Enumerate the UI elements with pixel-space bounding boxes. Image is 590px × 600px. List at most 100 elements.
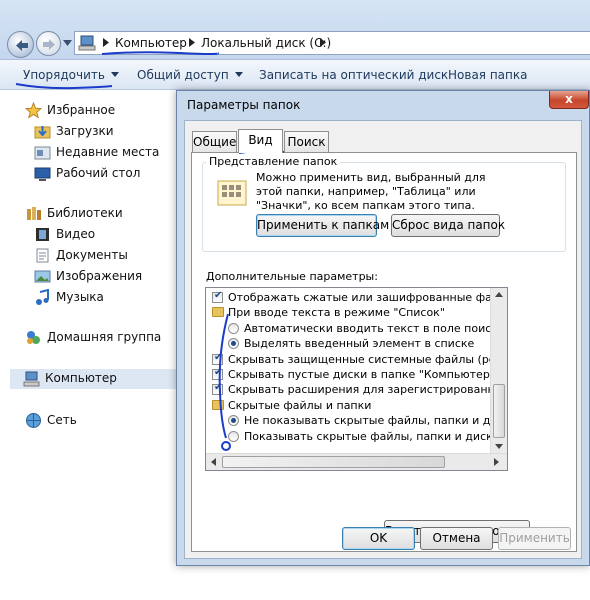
folder-icon	[212, 399, 224, 410]
nav-pictures-label: Изображения	[56, 269, 143, 283]
nav-pictures[interactable]: Изображения	[34, 267, 174, 287]
navigation-pane: Избранное Загрузки Недавние места Рабочи…	[0, 91, 176, 600]
nav-video[interactable]: Видео	[34, 225, 174, 245]
advanced-setting-row[interactable]: Скрывать защищенные системные файлы (рек…	[206, 352, 507, 367]
folder-view-caption: Представление папок	[206, 155, 341, 168]
chevron-down-icon	[234, 72, 243, 77]
nav-recent-label: Недавние места	[56, 145, 160, 159]
advanced-setting-row[interactable]: Отображать сжатые или зашифрованные файл…	[206, 290, 507, 305]
nav-homegroup[interactable]: Домашняя группа	[25, 328, 175, 348]
advanced-setting-label: Скрывать расширения для зарегистрированн…	[228, 383, 508, 397]
vertical-scrollbar[interactable]	[490, 288, 507, 455]
music-icon	[36, 289, 49, 305]
vertical-scroll-thumb[interactable]	[493, 384, 505, 438]
advanced-settings-caption: Дополнительные параметры:	[206, 270, 378, 283]
scroll-up-icon[interactable]	[495, 292, 503, 297]
nav-downloads[interactable]: Загрузки	[34, 122, 174, 142]
radio-button[interactable]	[228, 430, 239, 442]
close-icon: x	[565, 92, 573, 106]
scroll-right-icon[interactable]	[494, 458, 499, 466]
close-button[interactable]: x	[549, 91, 589, 109]
nav-music-label: Музыка	[56, 290, 104, 304]
advanced-setting-label: Скрытые файлы и папки	[228, 398, 372, 412]
folder-icon	[212, 307, 224, 318]
recent-places-icon	[34, 146, 51, 160]
recent-pages-dropdown-icon[interactable]	[63, 40, 72, 46]
nav-recent[interactable]: Недавние места	[34, 143, 174, 163]
new-folder-button[interactable]: Новая папка	[448, 68, 527, 82]
computer-icon	[23, 371, 40, 387]
tab-general[interactable]: Общие	[192, 131, 237, 152]
nav-desktop[interactable]: Рабочий стол	[34, 164, 174, 184]
share-menu[interactable]: Общий доступ	[137, 68, 243, 82]
scroll-left-icon[interactable]	[211, 458, 216, 466]
advanced-setting-row[interactable]: Автоматически вводить текст в поле поиск…	[206, 321, 505, 336]
apply-button[interactable]: Применить	[498, 527, 571, 550]
radio-button[interactable]	[228, 322, 239, 334]
checkbox[interactable]	[212, 382, 223, 396]
cancel-button[interactable]: Отмена	[420, 527, 493, 550]
advanced-setting-row[interactable]: Скрывать расширения для зарегистрированн…	[206, 382, 507, 397]
pictures-icon	[34, 270, 51, 283]
address-area: Компьютер Локальный диск (C:)	[0, 0, 590, 60]
chevron-down-icon	[110, 72, 119, 77]
nav-documents[interactable]: Документы	[34, 246, 174, 266]
breadcrumb-arrow-icon[interactable]	[319, 38, 327, 47]
checkbox[interactable]	[212, 367, 223, 380]
breadcrumb-local-disk[interactable]: Локальный диск (C:)	[201, 36, 331, 50]
nav-desktop-label: Рабочий стол	[56, 166, 141, 180]
apply-to-folders-button[interactable]: Применить к папкам	[256, 214, 389, 237]
ok-button[interactable]: OK	[342, 527, 415, 550]
advanced-setting-label: Скрывать пустые диски в папке "Компьютер…	[228, 368, 495, 381]
advanced-setting-row[interactable]: Скрытые файлы и папки	[206, 398, 489, 413]
advanced-setting-label: Автоматически вводить текст в поле поиск…	[244, 321, 505, 335]
horizontal-scroll-thumb[interactable]	[222, 456, 445, 468]
organize-label: Упорядочить	[23, 68, 105, 82]
advanced-setting-label: Показывать скрытые файлы, папки и диски	[244, 429, 500, 443]
advanced-setting-row[interactable]: Не показывать скрытые файлы, папки и дис…	[206, 413, 507, 428]
radio-button[interactable]	[228, 415, 239, 427]
breadcrumb-arrow-icon[interactable]	[188, 38, 196, 47]
advanced-setting-label: Не показывать скрытые файлы, папки и дис…	[244, 414, 508, 428]
reset-folders-button[interactable]: Сброс вида папок	[391, 214, 505, 237]
nav-music[interactable]: Музыка	[34, 288, 174, 308]
advanced-setting-label: При вводе текста в режиме "Список"	[228, 306, 445, 320]
advanced-setting-row[interactable]: Скрывать пустые диски в папке "Компьютер…	[206, 367, 495, 382]
computer-icon	[78, 35, 96, 51]
nav-network-label: Сеть	[47, 413, 77, 427]
address-bar[interactable]: Компьютер Локальный диск (C:)	[74, 31, 590, 55]
desktop-icon	[34, 167, 51, 181]
radio-button[interactable]	[228, 338, 239, 350]
nav-network[interactable]: Сеть	[25, 411, 165, 431]
advanced-settings-list[interactable]: Отображать сжатые или зашифрованные файл…	[205, 287, 508, 471]
command-bar: Упорядочить Общий доступ Записать на опт…	[0, 60, 590, 90]
checkbox[interactable]	[212, 290, 223, 303]
forward-button[interactable]	[36, 31, 61, 56]
breadcrumb-computer[interactable]: Компьютер	[115, 36, 187, 50]
advanced-setting-row[interactable]: Показывать скрытые файлы, папки и диски	[206, 429, 500, 444]
dialog-title: Параметры папок	[187, 98, 301, 112]
network-icon	[26, 413, 41, 428]
homegroup-icon	[27, 331, 40, 344]
advanced-setting-row[interactable]: При вводе текста в режиме "Список"	[206, 305, 489, 320]
scroll-down-icon[interactable]	[495, 444, 503, 449]
advanced-setting-row[interactable]: Выделять введенный элемент в списке	[206, 336, 489, 351]
breadcrumb-arrow-icon[interactable]	[102, 38, 110, 47]
tab-view[interactable]: Вид	[238, 129, 283, 153]
organize-menu[interactable]: Упорядочить	[23, 68, 119, 82]
nav-computer[interactable]: Компьютер	[10, 369, 176, 389]
back-arrow-icon	[16, 40, 28, 51]
folder-view-icon	[217, 180, 247, 206]
nav-libraries-label: Библиотеки	[47, 206, 123, 220]
burn-button[interactable]: Записать на оптический диск	[259, 68, 448, 82]
advanced-setting-label: Отображать сжатые или зашифрованные файл…	[228, 291, 508, 304]
tab-search[interactable]: Поиск	[284, 131, 329, 152]
video-icon	[36, 228, 49, 241]
horizontal-scrollbar[interactable]	[206, 453, 507, 470]
advanced-setting-label: Скрывать защищенные системные файлы (рек…	[228, 352, 508, 366]
nav-libraries[interactable]: Библиотеки	[25, 204, 165, 224]
checkbox[interactable]	[212, 352, 223, 365]
nav-favorites[interactable]: Избранное	[25, 101, 165, 121]
dialog-body: Общие Вид Поиск Представление папок Можн…	[184, 120, 582, 559]
back-button[interactable]	[7, 31, 34, 58]
